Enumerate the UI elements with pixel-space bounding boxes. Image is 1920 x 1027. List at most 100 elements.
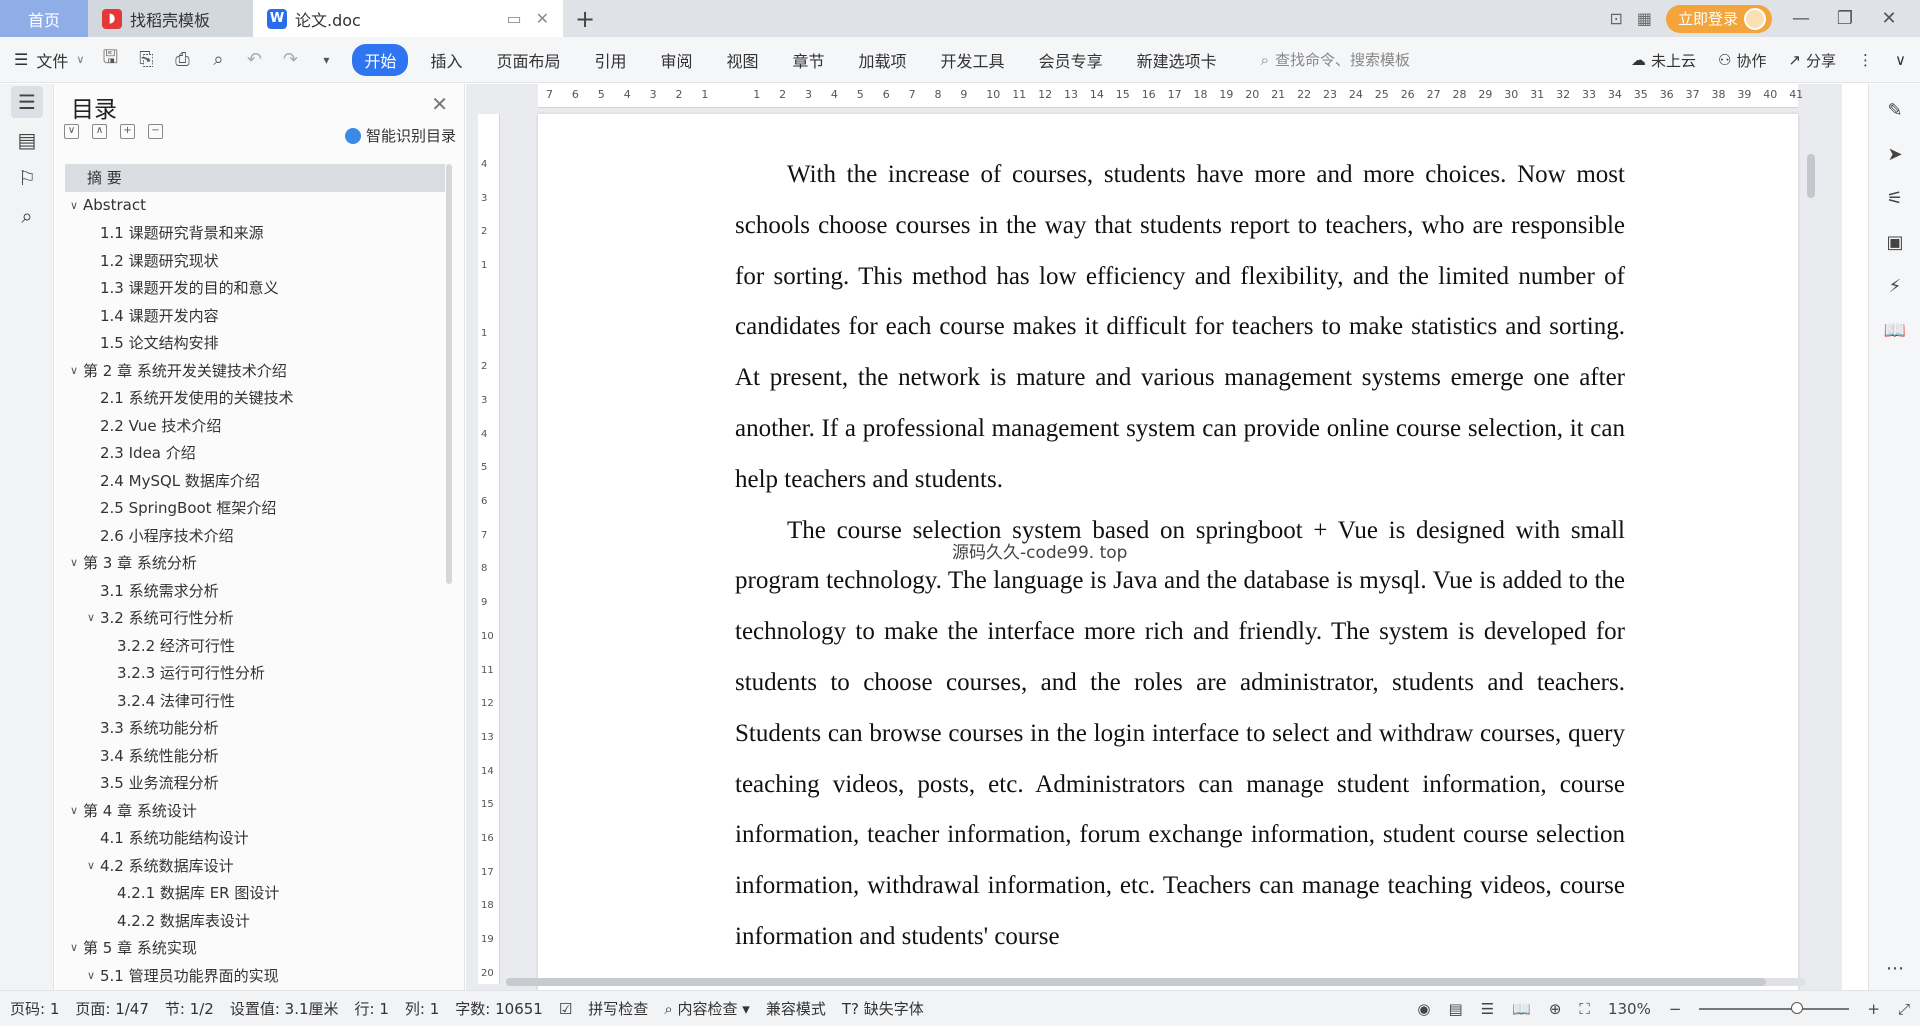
document-body[interactable]: With the increase of courses, students h… bbox=[735, 150, 1625, 963]
compat-mode[interactable]: 兼容模式 bbox=[766, 998, 826, 1019]
smart-toc-button[interactable]: 智能识别目录 bbox=[344, 125, 456, 146]
cloud-status[interactable]: ☁ 未上云 bbox=[1631, 50, 1696, 71]
toc-item[interactable]: ∨ 5.1 管理员功能界面的实现 bbox=[65, 962, 445, 990]
toc-item[interactable]: 4.2.2 数据库表设计 bbox=[65, 907, 445, 935]
save-icon[interactable]: 🖫 bbox=[98, 45, 122, 75]
read-view-icon[interactable]: 📖 bbox=[1512, 1000, 1531, 1018]
toc-item[interactable]: 1.3 课题开发的目的和意义 bbox=[65, 274, 445, 302]
chevron-down-icon[interactable]: ∨ bbox=[82, 969, 100, 982]
toc-item[interactable]: 2.2 Vue 技术介绍 bbox=[65, 412, 445, 440]
fullscreen-icon[interactable]: ⤢ bbox=[1898, 1000, 1910, 1018]
paragraph-1[interactable]: With the increase of courses, students h… bbox=[735, 150, 1625, 506]
add-item-icon[interactable]: + bbox=[120, 124, 135, 139]
ribbon-tab-new[interactable]: 新建选项卡 bbox=[1125, 44, 1229, 76]
image-tool-icon[interactable]: ▣ bbox=[1883, 232, 1907, 256]
section-indicator[interactable]: 节: 1/2 bbox=[165, 998, 214, 1019]
toc-item[interactable]: 3.2.4 法律可行性 bbox=[65, 687, 445, 715]
adjust-icon[interactable]: ⚟ bbox=[1883, 188, 1907, 212]
ribbon-tab-start[interactable]: 开始 bbox=[352, 43, 409, 76]
toc-item[interactable]: 4.1 系统功能结构设计 bbox=[65, 824, 445, 852]
reading-icon[interactable]: 📖 bbox=[1883, 320, 1907, 344]
reading-mode-icon[interactable]: ⊡ bbox=[1609, 9, 1622, 28]
chevron-down-icon[interactable]: ∨ bbox=[65, 364, 83, 377]
vertical-ruler[interactable]: 4 3 2 1 1 2 3 4 5 6 7 8 9 10 11 12 13 14 15 16 17 18 19 20 bbox=[478, 114, 500, 984]
toc-item[interactable]: ∨ 第 4 章 系统设计 bbox=[65, 797, 445, 825]
print-icon[interactable]: ⎙ bbox=[170, 49, 194, 70]
toc-panel-icon[interactable]: ☰ bbox=[11, 86, 43, 118]
toc-item[interactable]: ∨ 第 5 章 系统实现 bbox=[65, 934, 445, 962]
pen-icon[interactable]: ✎ bbox=[1883, 100, 1907, 124]
bookmark-icon[interactable]: ⚐ bbox=[11, 162, 43, 194]
remove-item-icon[interactable]: − bbox=[148, 124, 163, 139]
more-options-icon[interactable]: ⋮ bbox=[1858, 51, 1873, 69]
toc-item[interactable]: 3.2.3 运行可行性分析 bbox=[65, 659, 445, 687]
toc-item[interactable]: 3.1 系统需求分析 bbox=[65, 577, 445, 605]
horizontal-scrollbar[interactable] bbox=[506, 978, 1806, 986]
toc-item[interactable]: 3.3 系统功能分析 bbox=[65, 714, 445, 742]
toc-item[interactable]: 2.3 Idea 介绍 bbox=[65, 439, 445, 467]
chevron-down-icon[interactable]: ∨ bbox=[65, 941, 83, 954]
more-tools-icon[interactable]: ⋯ bbox=[1883, 958, 1907, 982]
zoom-out-icon[interactable]: − bbox=[1669, 1000, 1682, 1018]
ribbon-tab-chapter[interactable]: 章节 bbox=[781, 44, 837, 76]
vertical-scroll-thumb[interactable] bbox=[1807, 154, 1815, 198]
toc-item[interactable]: 1.1 课题研究背景和来源 bbox=[65, 219, 445, 247]
chevron-down-icon[interactable]: ∨ bbox=[82, 859, 100, 872]
ribbon-tab-view[interactable]: 视图 bbox=[715, 44, 771, 76]
expand-all-icon[interactable]: ∧ bbox=[92, 124, 107, 139]
toc-item[interactable]: 2.5 SpringBoot 框架介绍 bbox=[65, 494, 445, 522]
ribbon-tab-member[interactable]: 会员专享 bbox=[1027, 44, 1115, 76]
toc-item[interactable]: 3.5 业务流程分析 bbox=[65, 769, 445, 797]
file-menu[interactable]: ☰ 文件 ∨ bbox=[14, 48, 84, 72]
customize-icon[interactable]: ▾ bbox=[314, 53, 338, 67]
page-number[interactable]: 页码: 1 bbox=[10, 998, 59, 1019]
toc-item[interactable]: 1.4 课题开发内容 bbox=[65, 302, 445, 330]
redo-icon[interactable]: ↷ bbox=[278, 49, 302, 70]
export-pdf-icon[interactable]: ⎘ bbox=[134, 49, 158, 70]
select-cursor-icon[interactable]: ➤ bbox=[1883, 144, 1907, 168]
restore-icon[interactable]: ❐ bbox=[1830, 8, 1860, 29]
navigation-icon[interactable]: ▤ bbox=[11, 124, 43, 156]
smart-tool-icon[interactable]: ⚡ bbox=[1883, 276, 1907, 300]
toc-item[interactable]: 2.4 MySQL 数据库介绍 bbox=[65, 467, 445, 495]
document-page[interactable]: With the increase of courses, students h… bbox=[538, 114, 1798, 990]
setting-value[interactable]: 设置值: 3.1厘米 bbox=[230, 998, 339, 1019]
collaborate-button[interactable]: ⚇ 协作 bbox=[1718, 50, 1766, 71]
toc-item[interactable]: 4.2.1 数据库 ER 图设计 bbox=[65, 879, 445, 907]
chevron-down-icon[interactable]: ∨ bbox=[65, 804, 83, 817]
ribbon-tab-addins[interactable]: 加载项 bbox=[847, 44, 919, 76]
toc-item[interactable]: 摘 要 bbox=[65, 164, 445, 192]
toc-item[interactable]: 2.6 小程序技术介绍 bbox=[65, 522, 445, 550]
toc-item[interactable]: 1.5 论文结构安排 bbox=[65, 329, 445, 357]
vertical-scrollbar[interactable] bbox=[1806, 114, 1816, 984]
paragraph-2[interactable]: The course selection system based on spr… bbox=[735, 506, 1625, 963]
toc-item[interactable]: ∨ Abstract bbox=[65, 192, 445, 220]
tab-templates[interactable]: ◗ 找稻壳模板 bbox=[88, 0, 253, 37]
word-count[interactable]: 字数: 10651 bbox=[455, 998, 543, 1019]
toc-item[interactable]: ∨ 3.2 系统可行性分析 bbox=[65, 604, 445, 632]
page-view-icon[interactable]: ▤ bbox=[1449, 1000, 1463, 1018]
float-window-icon[interactable]: ▭ bbox=[506, 9, 521, 28]
apps-grid-icon[interactable]: ▦ bbox=[1637, 9, 1652, 28]
zoom-in-icon[interactable]: + bbox=[1867, 1000, 1880, 1018]
zoom-slider[interactable] bbox=[1699, 1002, 1850, 1014]
eye-protection-icon[interactable]: ◉ bbox=[1417, 1000, 1430, 1018]
collapse-all-icon[interactable]: ∨ bbox=[64, 124, 79, 139]
ribbon-tab-references[interactable]: 引用 bbox=[582, 44, 638, 76]
ribbon-tab-insert[interactable]: 插入 bbox=[418, 44, 474, 76]
ribbon-tab-developer[interactable]: 开发工具 bbox=[929, 44, 1017, 76]
chevron-down-icon[interactable]: ∨ bbox=[65, 556, 83, 569]
toc-item[interactable]: 3.2.2 经济可行性 bbox=[65, 632, 445, 660]
ribbon-tab-review[interactable]: 审阅 bbox=[648, 44, 704, 76]
web-view-icon[interactable]: ⊕ bbox=[1549, 1000, 1562, 1018]
content-check-button[interactable]: ⌕ 内容检查 ▾ bbox=[664, 998, 750, 1019]
horizontal-ruler[interactable]: 7 6 5 4 3 2 1 1 2 3 4 5 6 7 8 9 10 11 12 13 14 15 16 17 18 19 20 21… bbox=[538, 84, 1803, 108]
toc-item[interactable]: 1.2 课题研究现状 bbox=[65, 247, 445, 275]
toc-item[interactable]: ∨ 4.2 系统数据库设计 bbox=[65, 852, 445, 880]
print-preview-icon[interactable]: ⌕ bbox=[206, 49, 230, 70]
missing-font-button[interactable]: T? 缺失字体 bbox=[842, 998, 924, 1019]
toc-item[interactable]: ∨ 第 3 章 系统分析 bbox=[65, 549, 445, 577]
find-icon[interactable]: ⌕ bbox=[11, 200, 43, 232]
zoom-slider-knob[interactable] bbox=[1791, 1002, 1804, 1014]
command-search[interactable]: ⌕ 查找命令、搜索模板 bbox=[1261, 49, 1410, 70]
